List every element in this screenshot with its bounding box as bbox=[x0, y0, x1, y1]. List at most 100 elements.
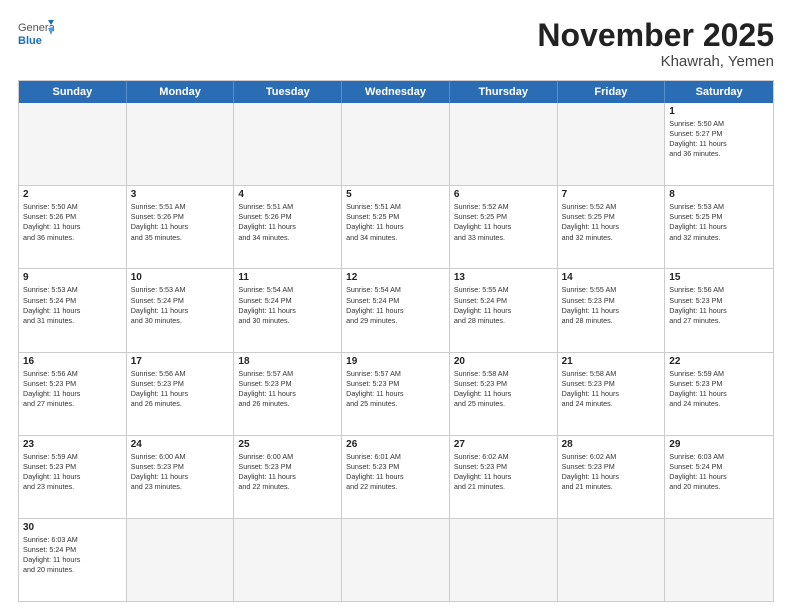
calendar-cell-2-2: 11Sunrise: 5:54 AM Sunset: 5:24 PM Dayli… bbox=[234, 269, 342, 351]
day-number-2-2: 11 bbox=[238, 272, 337, 283]
calendar-cell-4-4: 27 Sunrise: 6:02 AM Sunset: 5:23 PM Dayli… bbox=[450, 436, 558, 518]
day-number-2-4: 13 bbox=[454, 272, 553, 283]
calendar-cell-5-1 bbox=[127, 519, 235, 601]
cell-info-4-4: Sunrise: 6:02 AM Sunset: 5:23 PM Dayligh… bbox=[454, 452, 553, 492]
calendar-row-3: 16Sunrise: 5:56 AM Sunset: 5:23 PM Dayli… bbox=[19, 352, 773, 435]
calendar-cell-3-5: 21Sunrise: 5:58 AM Sunset: 5:23 PM Dayli… bbox=[558, 353, 666, 435]
cell-info-0-6: Sunrise: 5:50 AM Sunset: 5:27 PM Dayligh… bbox=[669, 119, 769, 159]
header-tuesday: Tuesday bbox=[234, 81, 342, 103]
calendar-cell-4-5: 28 Sunrise: 6:02 AM Sunset: 5:23 PM Dayli… bbox=[558, 436, 666, 518]
calendar-cell-4-2: 25Sunrise: 6:00 AM Sunset: 5:23 PM Dayli… bbox=[234, 436, 342, 518]
calendar-cell-0-3 bbox=[342, 103, 450, 185]
calendar-cell-4-0: 23 Sunrise: 5:59 AM Sunset: 5:23 PM Dayli… bbox=[19, 436, 127, 518]
day-number-4-4: 27 bbox=[454, 439, 553, 450]
day-number-1-6: 8 bbox=[669, 189, 769, 200]
calendar-cell-1-5: 7Sunrise: 5:52 AM Sunset: 5:25 PM Daylig… bbox=[558, 186, 666, 268]
calendar-cell-0-0 bbox=[19, 103, 127, 185]
cell-info-1-5: Sunrise: 5:52 AM Sunset: 5:25 PM Dayligh… bbox=[562, 202, 661, 242]
svg-text:Blue: Blue bbox=[18, 35, 42, 47]
cell-info-2-6: Sunrise: 5:56 AM Sunset: 5:23 PM Dayligh… bbox=[669, 285, 769, 325]
calendar-cell-3-2: 18 Sunrise: 5:57 AM Sunset: 5:23 PM Dayli… bbox=[234, 353, 342, 435]
day-number-4-3: 26 bbox=[346, 439, 445, 450]
cell-info-3-4: Sunrise: 5:58 AM Sunset: 5:23 PM Dayligh… bbox=[454, 369, 553, 409]
day-number-2-1: 10 bbox=[131, 272, 230, 283]
cell-info-4-2: Sunrise: 6:00 AM Sunset: 5:23 PM Dayligh… bbox=[238, 452, 337, 492]
cell-info-2-4: Sunrise: 5:55 AM Sunset: 5:24 PM Dayligh… bbox=[454, 285, 553, 325]
cell-info-4-1: Sunrise: 6:00 AM Sunset: 5:23 PM Dayligh… bbox=[131, 452, 230, 492]
header-monday: Monday bbox=[127, 81, 235, 103]
calendar-cell-2-1: 10 Sunrise: 5:53 AM Sunset: 5:24 PM Dayli… bbox=[127, 269, 235, 351]
day-number-3-5: 21 bbox=[562, 356, 661, 367]
cell-info-2-5: Sunrise: 5:55 AM Sunset: 5:23 PM Dayligh… bbox=[562, 285, 661, 325]
cell-info-3-3: Sunrise: 5:57 AM Sunset: 5:23 PM Dayligh… bbox=[346, 369, 445, 409]
location-title: Khawrah, Yemen bbox=[537, 53, 774, 70]
calendar-cell-3-1: 17 Sunrise: 5:56 AM Sunset: 5:23 PM Dayli… bbox=[127, 353, 235, 435]
calendar-cell-5-5 bbox=[558, 519, 666, 601]
calendar-header: Sunday Monday Tuesday Wednesday Thursday… bbox=[19, 81, 773, 103]
calendar-cell-3-6: 22 Sunrise: 5:59 AM Sunset: 5:23 PM Dayli… bbox=[665, 353, 773, 435]
cell-info-5-0: Sunrise: 6:03 AM Sunset: 5:24 PM Dayligh… bbox=[23, 535, 122, 575]
calendar-cell-4-3: 26Sunrise: 6:01 AM Sunset: 5:23 PM Dayli… bbox=[342, 436, 450, 518]
calendar-cell-1-3: 5Sunrise: 5:51 AM Sunset: 5:25 PM Daylig… bbox=[342, 186, 450, 268]
header-saturday: Saturday bbox=[665, 81, 773, 103]
cell-info-1-0: Sunrise: 5:50 AM Sunset: 5:26 PM Dayligh… bbox=[23, 202, 122, 242]
day-number-2-6: 15 bbox=[669, 272, 769, 283]
cell-info-1-2: Sunrise: 5:51 AM Sunset: 5:26 PM Dayligh… bbox=[238, 202, 337, 242]
header-thursday: Thursday bbox=[450, 81, 558, 103]
day-number-2-5: 14 bbox=[562, 272, 661, 283]
calendar-cell-2-6: 15 Sunrise: 5:56 AM Sunset: 5:23 PM Dayli… bbox=[665, 269, 773, 351]
calendar-row-1: 2Sunrise: 5:50 AM Sunset: 5:26 PM Daylig… bbox=[19, 185, 773, 268]
calendar-cell-3-0: 16Sunrise: 5:56 AM Sunset: 5:23 PM Dayli… bbox=[19, 353, 127, 435]
calendar-cell-0-5 bbox=[558, 103, 666, 185]
calendar-cell-1-6: 8Sunrise: 5:53 AM Sunset: 5:25 PM Daylig… bbox=[665, 186, 773, 268]
calendar-cell-4-1: 24 Sunrise: 6:00 AM Sunset: 5:23 PM Dayli… bbox=[127, 436, 235, 518]
logo: General Blue bbox=[18, 18, 54, 54]
day-number-0-6: 1 bbox=[669, 106, 769, 117]
calendar-cell-2-4: 13 Sunrise: 5:55 AM Sunset: 5:24 PM Dayli… bbox=[450, 269, 558, 351]
header: General Blue November 2025 Khawrah, Yeme… bbox=[18, 18, 774, 70]
calendar-cell-2-5: 14 Sunrise: 5:55 AM Sunset: 5:23 PM Dayli… bbox=[558, 269, 666, 351]
cell-info-1-4: Sunrise: 5:52 AM Sunset: 5:25 PM Dayligh… bbox=[454, 202, 553, 242]
day-number-3-4: 20 bbox=[454, 356, 553, 367]
day-number-3-6: 22 bbox=[669, 356, 769, 367]
cell-info-3-6: Sunrise: 5:59 AM Sunset: 5:23 PM Dayligh… bbox=[669, 369, 769, 409]
cell-info-3-0: Sunrise: 5:56 AM Sunset: 5:23 PM Dayligh… bbox=[23, 369, 122, 409]
calendar-cell-5-6 bbox=[665, 519, 773, 601]
calendar-cell-2-3: 12Sunrise: 5:54 AM Sunset: 5:24 PM Dayli… bbox=[342, 269, 450, 351]
cell-info-1-1: Sunrise: 5:51 AM Sunset: 5:26 PM Dayligh… bbox=[131, 202, 230, 242]
logo-svg: General Blue bbox=[18, 18, 54, 54]
cell-info-2-0: Sunrise: 5:53 AM Sunset: 5:24 PM Dayligh… bbox=[23, 285, 122, 325]
cell-info-4-0: Sunrise: 5:59 AM Sunset: 5:23 PM Dayligh… bbox=[23, 452, 122, 492]
calendar-cell-2-0: 9Sunrise: 5:53 AM Sunset: 5:24 PM Daylig… bbox=[19, 269, 127, 351]
day-number-1-1: 3 bbox=[131, 189, 230, 200]
day-number-5-0: 30 bbox=[23, 522, 122, 533]
calendar-cell-1-2: 4 Sunrise: 5:51 AM Sunset: 5:26 PM Daylig… bbox=[234, 186, 342, 268]
day-number-3-2: 18 bbox=[238, 356, 337, 367]
calendar-cell-0-4 bbox=[450, 103, 558, 185]
calendar-row-2: 9Sunrise: 5:53 AM Sunset: 5:24 PM Daylig… bbox=[19, 268, 773, 351]
cell-info-2-1: Sunrise: 5:53 AM Sunset: 5:24 PM Dayligh… bbox=[131, 285, 230, 325]
day-number-1-2: 4 bbox=[238, 189, 337, 200]
cell-info-3-1: Sunrise: 5:56 AM Sunset: 5:23 PM Dayligh… bbox=[131, 369, 230, 409]
calendar-cell-3-4: 20 Sunrise: 5:58 AM Sunset: 5:23 PM Dayli… bbox=[450, 353, 558, 435]
calendar-cell-5-3 bbox=[342, 519, 450, 601]
header-friday: Friday bbox=[558, 81, 666, 103]
calendar-row-0: 1 Sunrise: 5:50 AM Sunset: 5:27 PM Daylig… bbox=[19, 103, 773, 185]
title-block: November 2025 Khawrah, Yemen bbox=[537, 18, 774, 70]
day-number-1-3: 5 bbox=[346, 189, 445, 200]
calendar-cell-5-4 bbox=[450, 519, 558, 601]
day-number-3-1: 17 bbox=[131, 356, 230, 367]
cell-info-3-2: Sunrise: 5:57 AM Sunset: 5:23 PM Dayligh… bbox=[238, 369, 337, 409]
header-sunday: Sunday bbox=[19, 81, 127, 103]
cell-info-4-6: Sunrise: 6:03 AM Sunset: 5:24 PM Dayligh… bbox=[669, 452, 769, 492]
day-number-4-5: 28 bbox=[562, 439, 661, 450]
calendar-cell-5-0: 30 Sunrise: 6:03 AM Sunset: 5:24 PM Dayli… bbox=[19, 519, 127, 601]
day-number-4-6: 29 bbox=[669, 439, 769, 450]
day-number-4-0: 23 bbox=[23, 439, 122, 450]
calendar-row-4: 23 Sunrise: 5:59 AM Sunset: 5:23 PM Dayli… bbox=[19, 435, 773, 518]
day-number-3-3: 19 bbox=[346, 356, 445, 367]
calendar-cell-1-4: 6Sunrise: 5:52 AM Sunset: 5:25 PM Daylig… bbox=[450, 186, 558, 268]
day-number-4-1: 24 bbox=[131, 439, 230, 450]
page: General Blue November 2025 Khawrah, Yeme… bbox=[0, 0, 792, 612]
cell-info-4-5: Sunrise: 6:02 AM Sunset: 5:23 PM Dayligh… bbox=[562, 452, 661, 492]
